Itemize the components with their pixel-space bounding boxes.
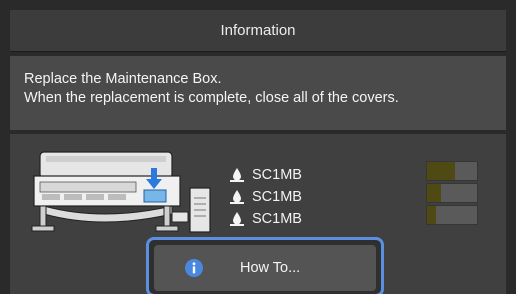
- level-fill: [427, 162, 455, 180]
- how-to-focus-ring: How To...: [146, 237, 384, 294]
- ink-row: SC1MB: [228, 186, 302, 208]
- ink-list: SC1MB SC1MB SC1MB: [228, 164, 302, 230]
- level-fill: [427, 206, 436, 224]
- page-title: Information: [220, 22, 296, 39]
- ink-drop-icon: [230, 190, 244, 204]
- ink-drop-icon: [230, 212, 244, 226]
- ink-row: SC1MB: [228, 208, 302, 230]
- level-bar: [426, 183, 478, 203]
- printer-illustration-icon: [31, 151, 211, 233]
- message-panel: Replace the Maintenance Box. When the re…: [10, 56, 506, 130]
- info-icon: [185, 259, 203, 277]
- level-bar: [426, 161, 478, 181]
- level-bar: [426, 205, 478, 225]
- ink-label: SC1MB: [252, 211, 302, 227]
- ink-label: SC1MB: [252, 167, 302, 183]
- ink-label: SC1MB: [252, 189, 302, 205]
- message-line-2: When the replacement is complete, close …: [24, 90, 399, 106]
- ink-drop-icon: [230, 168, 244, 182]
- maintenance-box-levels: [426, 161, 478, 227]
- how-to-label: How To...: [240, 260, 301, 276]
- level-fill: [427, 184, 441, 202]
- how-to-button[interactable]: How To...: [154, 245, 376, 291]
- message-line-1: Replace the Maintenance Box.: [24, 71, 222, 87]
- title-bar: Information: [10, 10, 506, 52]
- ink-row: SC1MB: [228, 164, 302, 186]
